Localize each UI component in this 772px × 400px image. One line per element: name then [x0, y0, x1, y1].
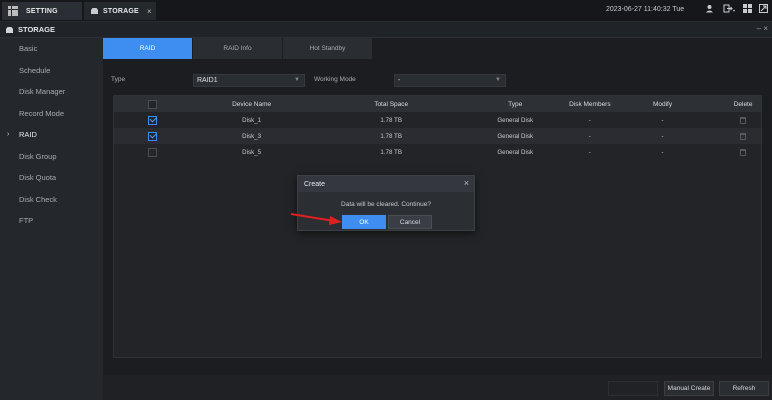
subtab-bar: RAID RAID Info Hot Standby	[103, 38, 373, 59]
sidebar-item-disk-check[interactable]: Disk Check	[0, 189, 103, 211]
table-row[interactable]: Disk_3 1.78 TB General Disk - -	[114, 128, 761, 144]
col-delete: Delete	[733, 100, 753, 108]
sidebar-item-schedule[interactable]: Schedule	[0, 60, 103, 82]
logout-icon[interactable]	[722, 4, 736, 15]
working-mode-select[interactable]: - ▼	[394, 74, 506, 87]
modify-value: -	[661, 116, 664, 124]
col-disk-members: Disk Members	[569, 100, 611, 108]
col-total-space: Total Space	[374, 100, 409, 108]
trash-icon[interactable]	[740, 132, 747, 140]
tab-setting-label: SETTING	[26, 7, 58, 15]
disk-members: -	[588, 116, 591, 124]
refresh-button[interactable]: Refresh	[719, 381, 769, 396]
col-modify: Modify	[652, 100, 673, 108]
sidebar-item-label: Disk Manager	[19, 87, 66, 97]
cancel-button[interactable]: Cancel	[388, 215, 432, 229]
storage-icon	[91, 8, 98, 14]
top-bar: SETTING STORAGE × 2023-06-27 11:40:32 Tu…	[0, 0, 772, 22]
storage-icon	[6, 26, 13, 33]
fullscreen-icon[interactable]	[756, 4, 770, 15]
dialog-header: Create ×	[298, 176, 474, 192]
dialog-message: Data will be cleared. Continue?	[341, 201, 431, 208]
tab-storage[interactable]: STORAGE ×	[84, 2, 156, 20]
total-space: 1.78 TB	[380, 132, 402, 140]
datetime: 2023-06-27 11:40:32 Tue	[606, 6, 685, 13]
col-device-name: Device Name	[232, 100, 272, 108]
select-all-checkbox[interactable]	[148, 99, 158, 109]
sidebar-item-disk-quota[interactable]: Disk Quota	[0, 167, 103, 189]
sidebar-item-disk-group[interactable]: Disk Group	[0, 146, 103, 168]
close-icon[interactable]: ×	[464, 178, 469, 188]
type-label: Type	[111, 76, 126, 83]
trash-icon[interactable]	[740, 116, 747, 124]
window-titlebar: STORAGE – ×	[0, 22, 772, 38]
row-checkbox[interactable]	[148, 115, 158, 125]
total-space: 1.78 TB	[380, 148, 402, 156]
window-controls[interactable]: – ×	[757, 24, 768, 33]
row-checkbox[interactable]	[148, 147, 158, 157]
raid-form: Type RAID1 ▼ Working Mode - ▼	[103, 74, 772, 88]
chevron-down-icon: ▼	[294, 77, 300, 83]
tab-raid[interactable]: RAID	[103, 38, 193, 59]
sidebar-item-record-mode[interactable]: Record Mode	[0, 103, 103, 125]
working-mode-label: Working Mode	[314, 76, 356, 83]
device-name: Disk_1	[242, 116, 262, 124]
sidebar-item-label: FTP	[19, 216, 34, 226]
dialog-title: Create	[304, 180, 326, 188]
disk-members: -	[588, 132, 591, 140]
sidebar-item-raid[interactable]: › RAID	[0, 124, 103, 146]
select-all-cell	[114, 99, 192, 109]
footer-bar: Manual Create Refresh	[103, 375, 772, 400]
window-title: STORAGE	[18, 25, 55, 34]
modify-value: -	[661, 132, 664, 140]
menu-grid-icon[interactable]	[740, 4, 754, 15]
type-select[interactable]: RAID1 ▼	[193, 74, 305, 87]
red-arrow-icon	[290, 213, 342, 225]
disk-members: -	[588, 148, 591, 156]
sidebar: Basic Schedule Disk Manager Record Mode …	[0, 38, 103, 400]
table-row[interactable]: Disk_1 1.78 TB General Disk - -	[114, 112, 761, 128]
col-type: Type	[508, 100, 523, 108]
modify-value: -	[661, 148, 664, 156]
chevron-right-icon: ›	[7, 131, 10, 139]
chevron-down-icon: ▼	[495, 77, 501, 83]
hidden-button	[608, 381, 658, 396]
sidebar-item-ftp[interactable]: FTP	[0, 210, 103, 232]
disk-type: General Disk	[497, 148, 534, 156]
sidebar-item-label: RAID	[19, 130, 37, 140]
disk-type: General Disk	[497, 116, 534, 124]
total-space: 1.78 TB	[380, 116, 402, 124]
close-tab-icon[interactable]: ×	[147, 7, 152, 16]
sidebar-item-label: Disk Check	[19, 194, 57, 204]
sidebar-item-label: Schedule	[19, 65, 51, 75]
trash-icon[interactable]	[740, 148, 747, 156]
sidebar-item-label: Record Mode	[19, 108, 65, 118]
device-name: Disk_3	[242, 132, 262, 140]
table-row[interactable]: Disk_5 1.78 TB General Disk - -	[114, 144, 761, 160]
manual-create-button[interactable]: Manual Create	[664, 381, 714, 396]
tab-setting[interactable]: SETTING	[2, 2, 82, 20]
grid-icon	[8, 6, 18, 16]
sidebar-item-basic[interactable]: Basic	[0, 38, 103, 60]
user-icon[interactable]	[702, 4, 716, 15]
tab-raid-info[interactable]: RAID Info	[193, 38, 283, 59]
disk-type: General Disk	[497, 132, 534, 140]
sidebar-item-disk-manager[interactable]: Disk Manager	[0, 81, 103, 103]
table-header: Device Name Total Space Type Disk Member…	[114, 96, 761, 112]
device-name: Disk_5	[242, 148, 262, 156]
row-checkbox[interactable]	[148, 131, 158, 141]
sidebar-item-label: Basic	[19, 44, 38, 54]
type-value: RAID1	[197, 77, 218, 84]
tab-hot-standby[interactable]: Hot Standby	[283, 38, 373, 59]
sidebar-item-label: Disk Quota	[19, 173, 57, 183]
sidebar-item-label: Disk Group	[19, 151, 57, 161]
working-mode-value: -	[398, 77, 401, 84]
tab-storage-label: STORAGE	[103, 7, 139, 15]
